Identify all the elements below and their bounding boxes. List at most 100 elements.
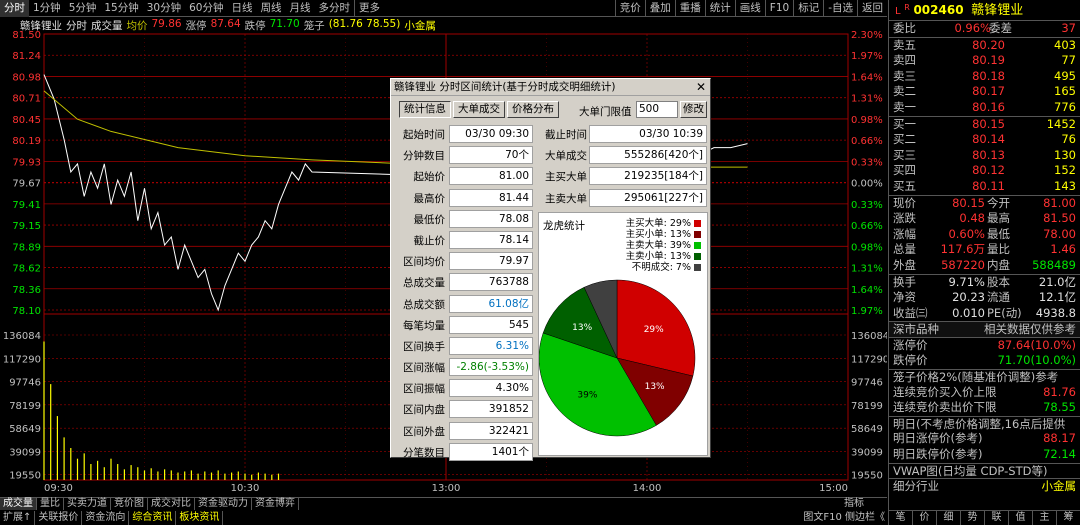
toolbar-button-8[interactable]: 返回 [857, 0, 887, 17]
info-tab-3[interactable]: 综合资讯 [129, 511, 177, 525]
side-row: 卖一 80.16 776 [889, 100, 1080, 116]
price-tick-label: 81.24 [12, 51, 41, 62]
toolbar-button-6[interactable]: 标记 [793, 0, 823, 17]
toolbar-button-3[interactable]: 统计 [704, 0, 735, 17]
side-cell: 143 [1054, 178, 1076, 193]
stat-label: 最高价 [413, 192, 446, 205]
dialog-tab-1[interactable]: 大单成交 [453, 101, 505, 118]
pie-chart: 29% 13% 39% 13% [539, 279, 696, 437]
time-tick-label: 15:00 [819, 483, 848, 494]
stat-value: 545 [449, 315, 533, 334]
legend-up-label: 涨停 [185, 20, 207, 32]
period-tab-10[interactable]: 更多 [354, 0, 384, 17]
toolbar-button-1[interactable]: 叠加 [644, 0, 675, 17]
stat-value: 391852 [449, 400, 533, 419]
info-tab-4[interactable]: 板块资讯 [176, 511, 224, 525]
side-footer-tab-1[interactable]: 价 [913, 511, 937, 525]
side-cell: 内盘 [987, 257, 1010, 272]
period-tab-8[interactable]: 月线 [286, 0, 315, 17]
indicator-button[interactable]: 指标 [841, 498, 867, 510]
stat-row: 截止时间 03/30 10:39 [537, 124, 709, 145]
indicator-tab-1[interactable]: 量比 [37, 498, 64, 510]
indicator-tab-5[interactable]: 资金驱动力 [195, 498, 252, 510]
side-row: 买四 80.12 152 [889, 163, 1080, 179]
info-tab-2[interactable]: 资金流向 [82, 511, 130, 525]
side-cell: 现价 [893, 195, 916, 210]
toolbar-button-5[interactable]: F10 [764, 0, 793, 17]
stat-row: 区间均价 79.97 [393, 251, 533, 272]
stock-name: 赣锋锂业 [971, 3, 1024, 18]
volume-tick-label: 39099 [9, 447, 41, 458]
time-tick-label: 14:00 [633, 483, 662, 494]
side-cell: 涨幅 [893, 226, 916, 241]
info-tab-1[interactable]: 关联报价 [35, 511, 83, 525]
toolbar-right: 竞价 叠加 重播 统计 画线 F10 标记 -自选 返回 [614, 0, 887, 17]
pct-tick-label: 0.33% [851, 157, 883, 168]
side-cell: 80.18 [972, 68, 1005, 83]
price-tick-label: 78.10 [12, 306, 41, 317]
info-tab-0[interactable]: 扩展↑ [0, 511, 36, 525]
side-row: 连续竞价买入价上限 81.76 [889, 385, 1080, 401]
pct-tick-label: 1.31% [851, 94, 883, 105]
indicator-tab-3[interactable]: 竞价图 [111, 498, 148, 510]
volume-tick-label: 117290 [3, 354, 41, 365]
side-footer-tab-0[interactable]: 笔 [889, 511, 913, 525]
indicator-tab-2[interactable]: 买卖力道 [64, 498, 111, 510]
dialog-tab-0[interactable]: 统计信息 [399, 101, 451, 118]
side-cell: 81.50 [1043, 211, 1076, 226]
period-tab-7[interactable]: 周线 [257, 0, 286, 17]
side-cell: 换手 [893, 274, 916, 289]
period-tab-5[interactable]: 60分钟 [185, 0, 227, 17]
side-cell: 71.70(10.0%) [997, 353, 1076, 368]
indicator-tab-4[interactable]: 成交对比 [148, 498, 195, 510]
period-tab-9[interactable]: 多分时 [315, 0, 355, 17]
indicator-tab-0[interactable]: 成交量 [0, 498, 37, 510]
side-cell: 买五 [893, 178, 916, 193]
modify-button[interactable]: 修改 [680, 101, 707, 118]
side-footer-tab-2[interactable]: 细 [937, 511, 961, 525]
stat-row: 最低价 78.08 [393, 209, 533, 230]
side-footer-tab-6[interactable]: 主 [1033, 511, 1057, 525]
period-tab-0[interactable]: 分时 [0, 0, 29, 17]
side-cell: 0.48 [959, 211, 985, 226]
stat-value: 61.08亿 [449, 294, 533, 313]
toolbar-button-4[interactable]: 画线 [734, 0, 765, 17]
volume-tick-label: 97746 [9, 378, 41, 389]
price-tick-label: 79.93 [12, 157, 41, 168]
l-icon: L [895, 6, 901, 17]
dialog-tab-2[interactable]: 价格分布 [507, 101, 559, 118]
stats-right-column: 截止时间 03/30 10:39 大单成交 555286[420个] 主买大单 21923… [537, 124, 709, 209]
side-footer-tab-7[interactable]: 筹 [1057, 511, 1080, 525]
vwap-row[interactable]: VWAP图(日均量 CDP-STD等) [889, 462, 1080, 480]
interval-stats-dialog[interactable]: 赣锋锂业 分时区间统计(基于分时成交明细统计) ✕ 统计信息 大单成交 价格分布 大… [390, 78, 711, 461]
pct-tick-label: 1.97% [851, 306, 883, 317]
side-footer-tab-3[interactable]: 势 [961, 511, 985, 525]
legend-volume: 成交量 [91, 20, 123, 32]
toolbar-button-2[interactable]: 重播 [674, 0, 705, 17]
period-tab-3[interactable]: 15分钟 [100, 0, 142, 17]
sidebar-toggle[interactable]: 图文F10 侧边栏《 [803, 511, 885, 525]
side-footer-tab-5[interactable]: 值 [1009, 511, 1033, 525]
stat-value: 78.14 [449, 230, 533, 249]
stat-label: 主买大单 [545, 171, 587, 184]
toolbar-button-0[interactable]: 竞价 [614, 0, 645, 17]
toolbar-button-7[interactable]: -自选 [823, 0, 857, 17]
side-footer-tab-4[interactable]: 联 [985, 511, 1009, 525]
period-tab-6[interactable]: 日线 [228, 0, 257, 17]
indicator-tab-6[interactable]: 资金博弈 [252, 498, 299, 510]
price-tick-label: 80.98 [12, 72, 41, 83]
side-cell: 外盘 [893, 257, 916, 272]
period-tab-2[interactable]: 5分钟 [65, 0, 101, 17]
dialog-title-bar[interactable]: 赣锋锂业 分时区间统计(基于分时成交明细统计) ✕ [391, 79, 710, 96]
stat-value: 555286[420个] [589, 146, 707, 165]
period-tab-1[interactable]: 1分钟 [29, 0, 65, 17]
side-cell: 量比 [987, 242, 1010, 257]
volume-tick-label-right: 97746 [851, 378, 883, 389]
period-tab-4[interactable]: 30分钟 [143, 0, 185, 17]
close-icon[interactable]: ✕ [696, 79, 706, 95]
vwap-link[interactable]: VWAP图(日均量 CDP-STD等) [893, 464, 1047, 480]
price-tick-label: 79.67 [12, 179, 41, 190]
threshold-input[interactable]: 500 [636, 101, 678, 118]
legend-up-value: 87.64 [210, 18, 241, 30]
stat-value: 6.31% [449, 336, 533, 355]
